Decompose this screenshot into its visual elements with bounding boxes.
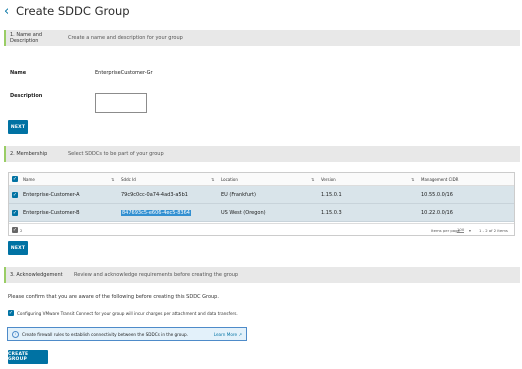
column-header-version[interactable]: Version	[321, 177, 336, 182]
next-button[interactable]: NEXT	[8, 120, 28, 134]
page-title: Create SDDC Group	[16, 4, 130, 18]
select-all-checkbox[interactable]: ✓	[12, 176, 18, 182]
create-group-button[interactable]: CREATE GROUP	[8, 350, 48, 364]
pagination-range: 1 - 2 of 2 items	[479, 227, 508, 233]
ack-checkbox[interactable]: ✓	[8, 310, 14, 316]
grid-header-row: ✓ Name ⇅ Sddc Id ⇅ Location ⇅ Version ⇅ …	[9, 173, 514, 186]
next-button-label: NEXT	[10, 245, 26, 251]
learn-more-link[interactable]: Learn More ↗	[214, 332, 242, 337]
membership-next-button[interactable]: NEXT	[8, 241, 28, 255]
cell-cidr: 10.22.0.0/16	[421, 209, 453, 216]
external-link-icon: ↗	[238, 331, 242, 337]
items-per-page-label: Items per page	[431, 227, 460, 233]
row-checkbox[interactable]: ✓	[12, 209, 18, 216]
row-checkbox[interactable]: ✓	[12, 191, 18, 198]
table-row[interactable]: ✓ Enterprise-Customer-B 847693c5-e606-4e…	[9, 204, 514, 222]
cell-name: Enterprise-Customer-B	[23, 209, 80, 216]
section-title: 1. Name and Description	[10, 32, 43, 44]
sort-icon[interactable]: ⇅	[111, 177, 114, 182]
cell-location: US West (Oregon)	[221, 209, 266, 216]
section-title: 2. Membership	[10, 151, 48, 157]
create-group-label: CREATE GROUP	[8, 352, 29, 362]
description-label: Description	[10, 93, 43, 99]
cell-sddc-id: 847693c5-e606-4ec5-8364	[121, 209, 191, 216]
learn-more-label: Learn More	[213, 331, 238, 337]
section-title: 3. Acknowledgement	[10, 272, 63, 278]
section-name-description[interactable]: 1. Name and Description Create a name an…	[4, 30, 520, 46]
sddc-datagrid: ✓ Name ⇅ Sddc Id ⇅ Location ⇅ Version ⇅ …	[8, 172, 515, 236]
cell-version: 1.15.0.3	[321, 209, 342, 216]
selection-count-checkbox[interactable]: ✓	[12, 227, 18, 233]
section-subtitle: Create a name and description for your g…	[68, 35, 183, 41]
chevron-left-icon[interactable]: ‹	[4, 5, 13, 18]
table-row[interactable]: ✓ Enterprise-Customer-A 79c9c0cc-0a74-4a…	[9, 186, 514, 204]
section-membership[interactable]: 2. Membership Select SDDCs to be part of…	[4, 146, 520, 162]
column-header-name[interactable]: Name	[23, 177, 35, 182]
cell-version: 1.15.0.1	[321, 191, 342, 198]
cell-sddc-id: 79c9c0cc-0a74-4ad3-a5b1	[121, 191, 188, 198]
column-header-cidr[interactable]: Management CIDR	[421, 177, 458, 182]
info-text: Create firewall rules to establish conne…	[22, 331, 188, 337]
section-subtitle: Review and acknowledge requirements befo…	[74, 272, 239, 278]
section-subtitle: Select SDDCs to be part of your group	[68, 151, 164, 157]
info-icon: i	[12, 330, 19, 338]
ack-checkbox-label: Configuring VMware Transit Connect for y…	[17, 310, 238, 316]
name-field[interactable]: EnterpriseCustomer-Gr	[95, 70, 153, 76]
description-field[interactable]	[95, 93, 147, 113]
column-header-sddc-id[interactable]: Sddc Id	[121, 177, 136, 182]
ack-checkbox-row[interactable]: ✓ Configuring VMware Transit Connect for…	[8, 310, 238, 316]
cell-cidr: 10.55.0.0/16	[421, 191, 453, 198]
column-header-location[interactable]: Location	[221, 177, 238, 182]
sort-icon[interactable]: ⇅	[211, 177, 214, 182]
items-per-page-select[interactable]: 100	[457, 227, 465, 233]
sort-icon[interactable]: ⇅	[411, 177, 414, 182]
name-label: Name	[10, 70, 27, 76]
sort-icon[interactable]: ⇅	[311, 177, 314, 182]
cell-location: EU (Frankfurt)	[221, 191, 256, 198]
next-button-label: NEXT	[10, 124, 26, 130]
page-header: ‹ Create SDDC Group	[4, 3, 130, 19]
cell-name: Enterprise-Customer-A	[23, 191, 80, 198]
section-acknowledgement[interactable]: 3. Acknowledgement Review and acknowledg…	[4, 267, 520, 283]
selection-count: 2	[20, 227, 23, 233]
info-alert: i Create firewall rules to establish con…	[7, 327, 247, 341]
grid-footer: ✓ 2 Items per page 100 ▾ 1 - 2 of 2 item…	[9, 223, 514, 236]
chevron-down-icon[interactable]: ▾	[469, 228, 471, 233]
confirm-text: Please confirm that you are aware of the…	[8, 294, 219, 300]
